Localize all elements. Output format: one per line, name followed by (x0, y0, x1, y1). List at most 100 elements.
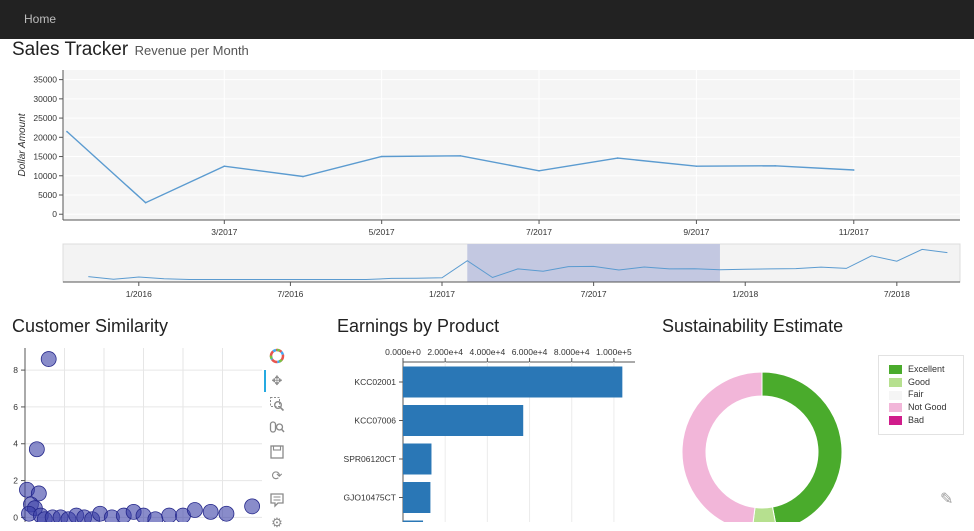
scatter-point (244, 498, 261, 515)
earnings-bar (403, 405, 524, 436)
x-tick-label: 5/2017 (369, 227, 395, 237)
range-x-tick-label: 1/2018 (732, 289, 758, 299)
legend-label: Bad (908, 414, 925, 425)
y-tick-label: 25000 (33, 113, 57, 123)
data-point (223, 165, 226, 167)
y-tick-label: 10000 (33, 171, 57, 181)
pan-icon[interactable]: ✥ (269, 373, 285, 389)
donut-slice (752, 506, 776, 522)
earnings-bar (403, 482, 431, 513)
y-tick-label: 6 (13, 402, 18, 412)
active-tool-indicator (264, 370, 266, 392)
range-x-tick-label: 1/2017 (429, 289, 455, 299)
data-point (616, 157, 619, 159)
subtitle-text: Revenue per Month (134, 43, 249, 58)
scatter-point (40, 351, 57, 367)
y-tick-label: 20000 (33, 132, 57, 142)
y-tick-label: 0 (13, 512, 18, 522)
scatter-point (186, 502, 203, 518)
x-tick-label: 3/2017 (211, 227, 237, 237)
legend-label: Fair (908, 389, 924, 400)
data-point (852, 169, 855, 171)
legend-label: Not Good (908, 402, 947, 413)
earnings-bar-chart[interactable]: 0.000e+0 2.000e+4 4.000e+4 6.000e+4 8.000e+4… (330, 340, 650, 522)
x-tick-label: 2.000e+4 (427, 347, 463, 357)
revenue-line-chart[interactable]: 0 5000 10000 15000 20000 25000 30000 35000 3/201… (0, 62, 974, 242)
data-point (66, 130, 68, 133)
range-x-tick-label: 7/2017 (581, 289, 607, 299)
y-tick-label: 5000 (38, 190, 57, 200)
data-point (302, 175, 304, 178)
x-tick-label: 1.000e+5 (596, 347, 632, 357)
settings-icon[interactable]: ⚙ (269, 515, 285, 531)
donut-slice (681, 372, 763, 522)
category-label: KCC02001 (354, 377, 396, 387)
range-x-tick-label: 7/2018 (884, 289, 910, 299)
customer-similarity-scatter[interactable]: 0 2 4 6 8 (0, 340, 266, 522)
earnings-bar (403, 366, 623, 398)
y-tick-label: 15000 (33, 152, 57, 162)
top-navbar: Home (0, 0, 974, 39)
sustainability-legend: Excellent Good Fair Not Good Bad (878, 355, 964, 435)
y-tick-label: 30000 (33, 94, 57, 104)
reset-icon[interactable]: ⟳ (269, 468, 285, 484)
legend-swatch (889, 403, 902, 413)
range-x-tick-label: 1/2016 (126, 289, 152, 299)
range-x-tick-label: 7/2016 (277, 289, 303, 299)
page-title: Sales Tracker Revenue per Month (12, 39, 249, 61)
wheel-zoom-icon[interactable] (269, 420, 285, 436)
category-label: GJO10475CT (344, 493, 396, 503)
legend-item: Fair (889, 389, 924, 400)
data-point (380, 155, 383, 158)
y-tick-label: 0 (52, 209, 57, 219)
range-selector-chart[interactable]: 1/2016 7/2016 1/2017 7/2017 1/2018 7/2018 (0, 242, 974, 304)
scatter-point (202, 503, 219, 520)
sustainability-donut-chart[interactable] (670, 372, 860, 522)
save-icon[interactable] (269, 444, 285, 460)
data-point (774, 164, 776, 167)
y-tick-label: 4 (13, 439, 18, 449)
x-tick-label: 7/2017 (526, 227, 552, 237)
data-point (144, 201, 147, 204)
edit-pencil-icon[interactable]: ✎ (940, 489, 953, 509)
scatter-point (161, 507, 178, 522)
legend-item: Good (889, 377, 930, 387)
scatter-point (218, 505, 235, 522)
legend-item: Not Good (889, 402, 947, 413)
category-label: SPR06120CT (344, 454, 396, 464)
data-point (695, 165, 698, 167)
category-label: KCC07006 (354, 416, 396, 426)
scatter-point (28, 441, 45, 458)
legend-label: Good (908, 376, 931, 387)
x-tick-label: 8.000e+4 (554, 347, 590, 357)
donut-slice (761, 372, 843, 522)
legend-item: Excellent (889, 364, 945, 375)
customer-similarity-title: Customer Similarity (12, 316, 169, 336)
sustainability-title: Sustainability Estimate (662, 316, 844, 336)
y-tick-label: 35000 (33, 75, 57, 85)
hover-icon[interactable] (269, 492, 285, 508)
earnings-bar (403, 443, 432, 475)
box-zoom-icon[interactable] (269, 396, 285, 412)
x-tick-label: 0.000e+0 (385, 347, 421, 357)
x-tick-label: 4.000e+4 (470, 347, 506, 357)
earnings-title: Earnings by Product (337, 316, 500, 336)
legend-swatch (889, 415, 902, 425)
bokeh-logo-icon[interactable] (269, 348, 285, 364)
y-tick-label: 2 (13, 476, 18, 486)
legend-swatch (889, 365, 902, 375)
data-point (459, 154, 462, 157)
y-axis-label: Dollar Amount (17, 112, 28, 176)
title-text: Sales Tracker (12, 39, 129, 60)
plot-toolbar: ✥ ⟳ ⚙ (264, 345, 288, 530)
y-tick-label: 8 (13, 365, 18, 375)
x-tick-label: 9/2017 (683, 227, 709, 237)
legend-swatch (889, 390, 902, 400)
range-selection-box (467, 244, 720, 282)
data-point (538, 169, 540, 172)
legend-item: Bad (889, 415, 924, 425)
legend-label: Excellent (908, 364, 945, 374)
legend-swatch (889, 377, 902, 387)
x-tick-label: 6.000e+4 (512, 347, 548, 357)
nav-home-link[interactable]: Home (24, 12, 56, 26)
